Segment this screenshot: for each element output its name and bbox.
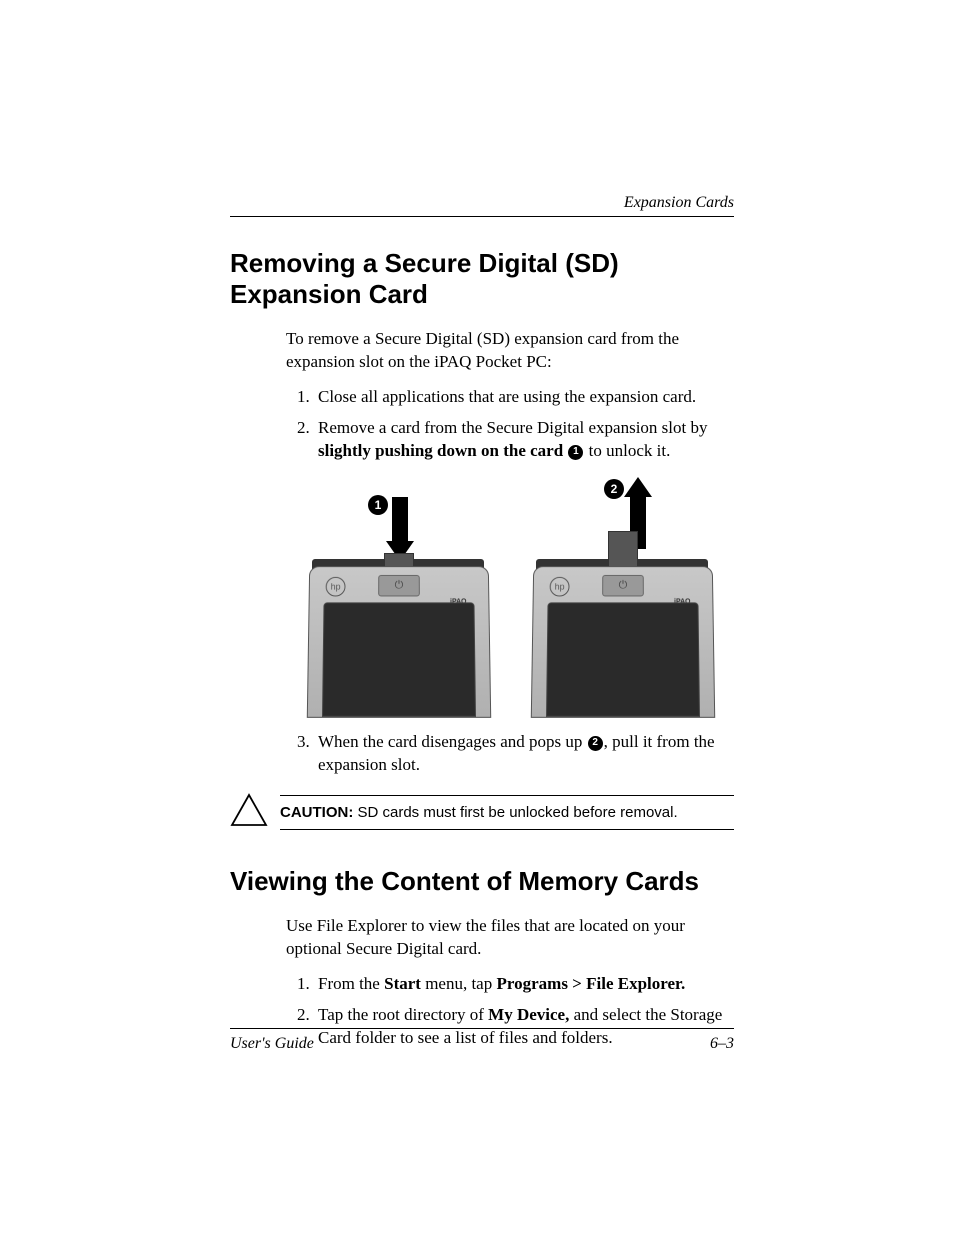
step-2-bold: slightly pushing down on the card [318,441,563,460]
device-screen [546,602,700,716]
caution-block: CAUTION: SD cards must first be unlocked… [230,793,734,832]
caution-text: CAUTION: SD cards must first be unlocked… [280,795,734,830]
step-2-text-a: Remove a card from the Secure Digital ex… [318,418,707,437]
header-rule [230,216,734,217]
device-body: hp iPAQ [307,566,491,718]
caution-label: CAUTION: [280,804,353,821]
caution-triangle-icon [230,793,268,832]
intro-paragraph: To remove a Secure Digital (SD) expansio… [286,328,734,374]
s2-2b: My Device, [488,1005,569,1024]
hp-logo-icon: hp [326,577,346,597]
steps-list-1b: When the card disengages and pops up 2, … [286,731,734,777]
step-3-text-a: When the card disengages and pops up [318,732,587,751]
s2-1a: From the [318,974,384,993]
sd-card-out [608,531,638,569]
footer-page-number: 6–3 [710,1035,734,1053]
step2-2: Tap the root directory of My Device, and… [314,1004,734,1050]
step-1: Close all applications that are using th… [314,386,734,409]
arrow-down-icon [392,497,408,543]
page-content: Removing a Secure Digital (SD) Expansion… [230,248,734,1058]
arrow-up-head-icon [624,477,652,497]
section-heading-removing: Removing a Secure Digital (SD) Expansion… [230,248,734,310]
s2-1b2: Programs > File Explorer. [496,974,685,993]
device-body: hp iPAQ [531,566,715,718]
hp-logo-icon: hp [550,577,570,597]
running-header: Expansion Cards [624,194,734,212]
document-page: Expansion Cards Removing a Secure Digita… [0,0,954,1235]
device-screen [322,602,476,716]
s2-1c: menu, tap [421,974,497,993]
step-3: When the card disengages and pops up 2, … [314,731,734,777]
step2-1: From the Start menu, tap Programs > File… [314,973,734,996]
callout-2-inline-icon: 2 [588,736,603,751]
steps-list-2: From the Start menu, tap Programs > File… [286,973,734,1050]
caution-body: SD cards must first be unlocked before r… [353,804,677,821]
intro-paragraph-2: Use File Explorer to view the files that… [286,915,734,961]
step-2-text-b: to unlock it. [584,441,670,460]
power-button-icon [602,575,644,597]
device-illustration-1: 1 hp iPAQ [298,477,498,717]
footer-document-title: User's Guide [230,1035,314,1053]
section-heading-viewing: Viewing the Content of Memory Cards [230,866,734,897]
s2-1b1: Start [384,974,421,993]
callout-badge-2: 2 [604,479,624,499]
step-2: Remove a card from the Secure Digital ex… [314,417,734,463]
callout-badge-1: 1 [368,495,388,515]
callout-1-inline-icon: 1 [568,445,583,460]
steps-list-1: Close all applications that are using th… [286,386,734,463]
power-button-icon [378,575,420,597]
figure-sd-removal: 1 hp iPAQ 2 hp [286,477,734,717]
footer-rule [230,1028,734,1029]
s2-2a: Tap the root directory of [318,1005,488,1024]
device-illustration-2: 2 hp iPAQ [522,477,722,717]
